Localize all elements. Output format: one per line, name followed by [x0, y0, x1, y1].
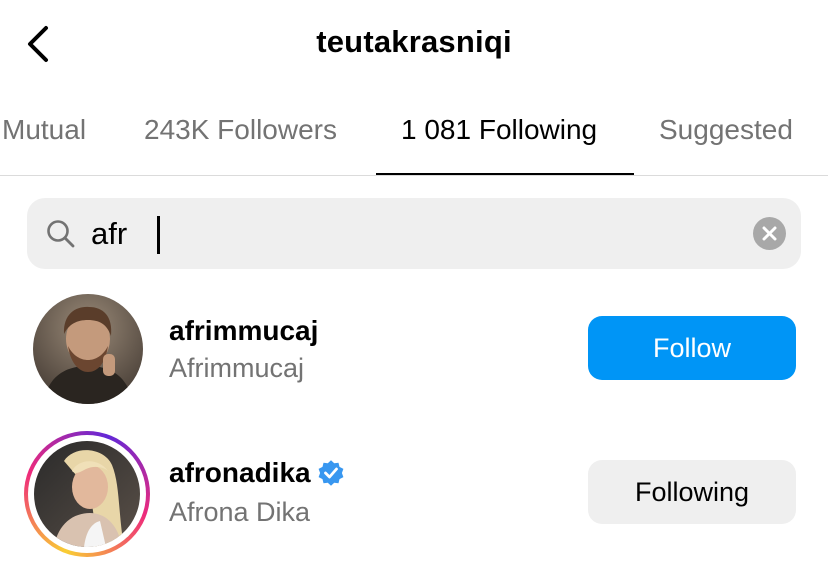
tab-followers[interactable]: 243K Followers	[144, 114, 337, 146]
list-item[interactable]: afronadika Afrona Dika Following	[0, 425, 828, 557]
following-screen: teutakrasniqi Mutual 243K Followers 1 08…	[0, 0, 828, 577]
username[interactable]: afrimmucaj	[169, 315, 318, 347]
clear-search-button[interactable]	[753, 217, 786, 250]
tab-mutual[interactable]: Mutual	[2, 114, 86, 146]
header: teutakrasniqi	[0, 0, 828, 92]
avatar[interactable]	[24, 291, 150, 417]
tab-bar: Mutual 243K Followers 1 081 Following Su…	[0, 100, 828, 176]
avatar-image	[33, 294, 143, 404]
search-bar	[27, 198, 801, 269]
tab-suggested[interactable]: Suggested	[659, 114, 793, 146]
username[interactable]: afronadika	[169, 457, 311, 489]
full-name: Afrona Dika	[169, 497, 311, 527]
list-item[interactable]: afrimmucaj Afrimmucaj Follow	[0, 285, 828, 415]
text-caret	[157, 216, 160, 254]
search-icon	[47, 220, 75, 248]
tab-following[interactable]: 1 081 Following	[401, 114, 597, 146]
verified-badge-icon	[318, 460, 344, 486]
active-tab-indicator	[376, 173, 634, 175]
page-title: teutakrasniqi	[316, 24, 512, 59]
follow-button[interactable]: Follow	[588, 316, 796, 380]
search-input[interactable]	[91, 211, 731, 257]
following-button[interactable]: Following	[588, 460, 796, 524]
avatar-image	[34, 441, 140, 547]
full-name: Afrimmucaj	[169, 353, 305, 383]
clear-icon	[762, 226, 777, 241]
avatar[interactable]	[24, 431, 150, 557]
